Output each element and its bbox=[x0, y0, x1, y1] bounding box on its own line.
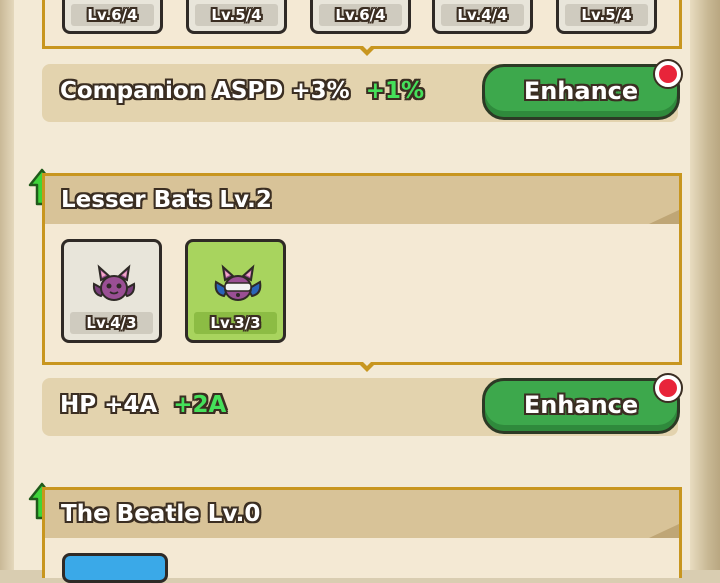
companion-card-1[interactable]: Lv.6/4 bbox=[62, 0, 163, 34]
companion-card-2[interactable]: Lv.5/4 bbox=[186, 0, 287, 34]
panel-notch bbox=[357, 359, 377, 372]
stat-bonus: +1% bbox=[365, 78, 425, 104]
card-level: Lv.3/3 bbox=[194, 312, 277, 334]
card-level: Lv.4/4 bbox=[441, 4, 524, 26]
enhance-button[interactable]: Enhance bbox=[482, 373, 683, 434]
panel-notch bbox=[357, 43, 377, 56]
enhance-button[interactable]: Enhance bbox=[482, 59, 683, 120]
card-level: Lv.6/4 bbox=[71, 4, 154, 26]
stat-bonus: +2A bbox=[173, 392, 227, 418]
beetle-card[interactable] bbox=[62, 553, 168, 583]
stat-value: HP +4A bbox=[60, 392, 158, 418]
ribbon-fold bbox=[649, 210, 679, 224]
enhance-label: Enhance bbox=[523, 391, 639, 419]
bandaged-bat-icon bbox=[214, 264, 262, 301]
left-parchment-edge bbox=[0, 0, 14, 570]
companion-card-5[interactable]: Lv.5/4 bbox=[556, 0, 657, 34]
bat-card-bandaged[interactable]: Lv.3/3 bbox=[185, 239, 286, 343]
stat-label: HP +4A +2A bbox=[60, 392, 226, 418]
bat-card-purple[interactable]: Lv.4/3 bbox=[61, 239, 162, 343]
group-title: The Beatle Lv.0 bbox=[61, 501, 261, 527]
stat-label: Companion ASPD +3% +1% bbox=[60, 78, 424, 104]
notification-dot-icon bbox=[653, 59, 683, 89]
ribbon-fold bbox=[649, 524, 679, 538]
companion-card-3[interactable]: Lv.6/4 bbox=[310, 0, 411, 34]
purple-bat-icon bbox=[92, 264, 136, 301]
right-parchment-edge bbox=[690, 0, 720, 570]
group-header-lesser-bats: Lesser Bats Lv.2 bbox=[42, 173, 682, 233]
enhance-label: Enhance bbox=[523, 77, 639, 105]
card-level: Lv.6/4 bbox=[319, 4, 402, 26]
companion-card-4[interactable]: Lv.4/4 bbox=[432, 0, 533, 34]
notification-dot-icon bbox=[653, 373, 683, 403]
stat-value: Companion ASPD +3% bbox=[60, 78, 350, 104]
group-title: Lesser Bats Lv.2 bbox=[61, 187, 272, 213]
card-level: Lv.4/3 bbox=[70, 312, 153, 334]
card-level: Lv.5/4 bbox=[195, 4, 278, 26]
group-header-beatle: The Beatle Lv.0 bbox=[42, 487, 682, 547]
card-level: Lv.5/4 bbox=[565, 4, 648, 26]
